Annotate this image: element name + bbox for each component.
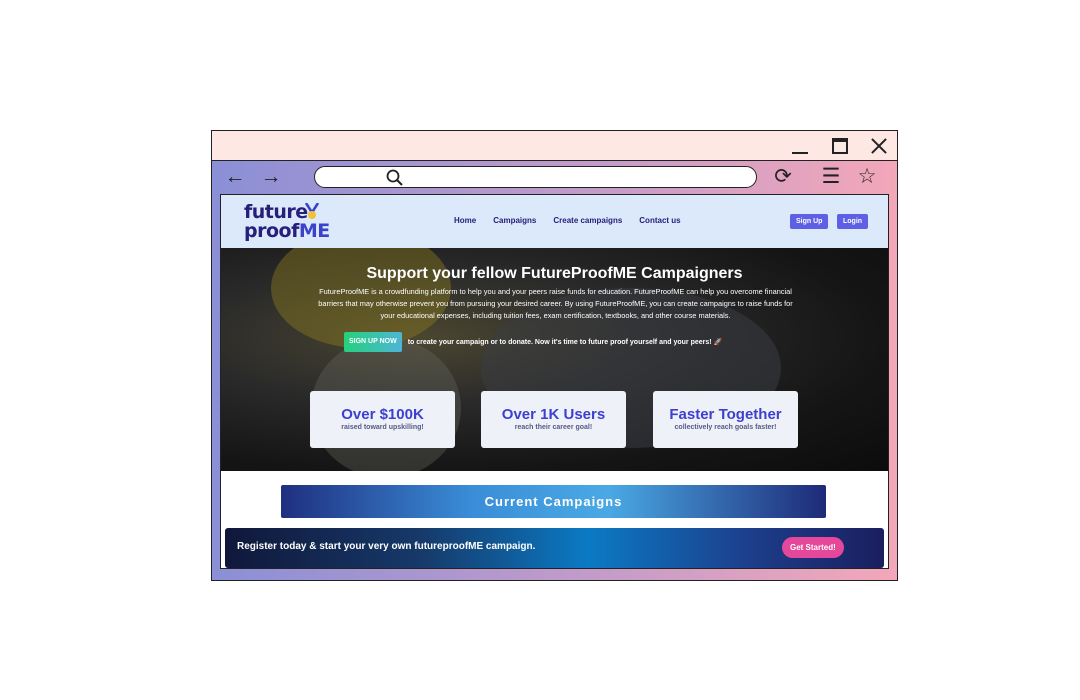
nav-campaigns[interactable]: Campaigns bbox=[493, 216, 536, 225]
stat-card: Over $100K raised toward upskilling! bbox=[310, 391, 455, 448]
hero-description: FutureProofME is a crowdfunding platform… bbox=[318, 287, 793, 320]
site-header: future proofME Home Campaigns Create cam… bbox=[221, 195, 888, 248]
register-banner-text: Register today & start your very own fut… bbox=[237, 541, 536, 552]
current-campaigns-heading[interactable]: Current Campaigns bbox=[281, 485, 826, 518]
nav-home[interactable]: Home bbox=[454, 216, 476, 225]
hero-section: Support your fellow FutureProofME Campai… bbox=[221, 248, 888, 471]
nav-contact-us[interactable]: Contact us bbox=[639, 216, 680, 225]
forward-arrow-icon[interactable]: → bbox=[258, 164, 284, 190]
star-icon[interactable]: ☆ bbox=[854, 164, 880, 190]
stat-value: Faster Together bbox=[669, 406, 782, 423]
hero-cta-text: to create your campaign or to donate. No… bbox=[407, 339, 723, 346]
hero-cta-row: SIGN UP NOW to create your campaign or t… bbox=[344, 332, 722, 352]
signup-button[interactable]: Sign Up bbox=[790, 214, 829, 229]
get-started-button[interactable]: Get Started! bbox=[782, 537, 844, 558]
main-nav: Home Campaigns Create campaigns Contact … bbox=[454, 216, 681, 225]
minimize-icon[interactable] bbox=[789, 135, 811, 157]
stat-label: raised toward upskilling! bbox=[341, 424, 424, 431]
back-arrow-icon[interactable]: ← bbox=[222, 164, 248, 190]
stat-value: Over 1K Users bbox=[501, 406, 606, 423]
reload-icon[interactable]: ⟳ bbox=[770, 164, 796, 190]
menu-icon[interactable]: ☰ bbox=[818, 164, 844, 190]
nav-create-campaigns[interactable]: Create campaigns bbox=[553, 216, 622, 225]
page-viewport: future proofME Home Campaigns Create cam… bbox=[220, 194, 889, 569]
register-banner: Register today & start your very own fut… bbox=[225, 528, 884, 568]
maximize-icon[interactable] bbox=[829, 135, 851, 157]
stat-card: Over 1K Users reach their career goal! bbox=[481, 391, 626, 448]
stat-card: Faster Together collectively reach goals… bbox=[653, 391, 798, 448]
stat-label: collectively reach goals faster! bbox=[674, 424, 777, 431]
medal-icon bbox=[304, 203, 320, 219]
stat-label: reach their career goal! bbox=[514, 424, 593, 431]
address-bar[interactable] bbox=[314, 166, 757, 188]
stat-value: Over $100K bbox=[341, 406, 424, 423]
browser-window: ← → ⟳ ☰ ☆ future proofME Home Campaigns … bbox=[211, 130, 898, 581]
login-button[interactable]: Login bbox=[837, 214, 869, 229]
logo-line2-prefix: proof bbox=[244, 220, 299, 242]
hero-title: Support your fellow FutureProofME Campai… bbox=[366, 265, 743, 282]
logo-line2-suffix: ME bbox=[298, 220, 330, 242]
signup-now-button[interactable]: SIGN UP NOW bbox=[344, 332, 402, 352]
title-bar bbox=[212, 131, 897, 161]
browser-toolbar: ← → ⟳ ☰ ☆ bbox=[212, 161, 897, 193]
search-icon bbox=[386, 169, 403, 186]
close-icon[interactable] bbox=[868, 135, 890, 157]
